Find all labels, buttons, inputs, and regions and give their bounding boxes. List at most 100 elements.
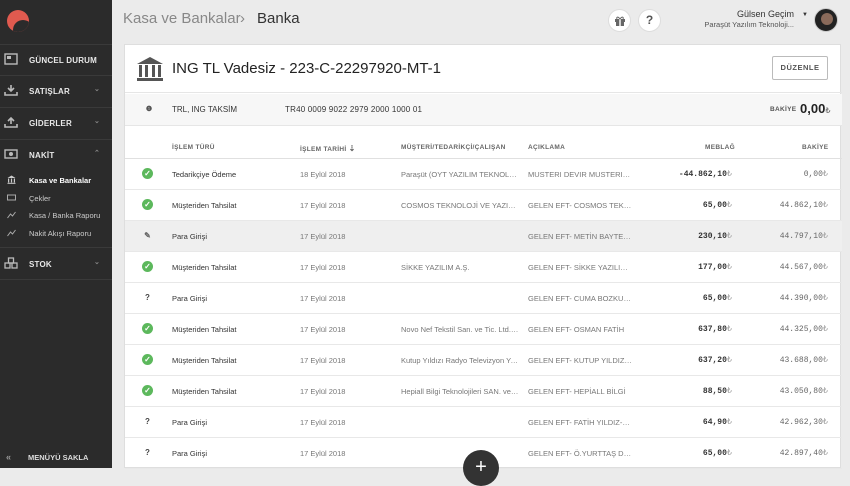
row-description: GELEN EFT- COSMOS TEKNOLOJİ <box>528 201 632 210</box>
table-row[interactable]: ✓ Müşteriden Tahsilat 17 Eylül 2018 Kutup Y… <box>125 345 842 376</box>
account-title: ING TL Vadesiz - 223-C-22297920-MT-1 <box>172 60 442 77</box>
row-amount: 64,90₺ <box>702 418 732 427</box>
row-amount: 177,00₺ <box>698 263 732 272</box>
account-panel: ING TL Vadesiz - 223-C-22297920-MT-1 DÜZ… <box>124 44 842 469</box>
sidebar-item-expenses[interactable]: GİDERLER ⌄ <box>0 108 112 138</box>
caret-down-icon[interactable]: ▼ <box>802 12 808 18</box>
row-type: Para Girişi <box>172 232 208 241</box>
cheque-icon <box>7 194 16 201</box>
row-party: Kutup Yıldızı Radyo Televizyon Yayıncılı… <box>401 356 519 365</box>
row-date: 17 Eylül 2018 <box>300 418 346 427</box>
sidebar-subitem-cekler[interactable]: Çekler <box>0 190 112 206</box>
sidebar-item-stock[interactable]: STOK ⌄ <box>0 249 112 279</box>
currency-branch: TRL, ING TAKSİM <box>172 105 238 114</box>
topbar: Kasa ve Bankalar › Banka ? Gülsen Geçim … <box>112 0 850 40</box>
table-row[interactable]: ✓ Tedarikçiye Ödeme 18 Eylül 2018 Paraşüt (… <box>125 159 842 190</box>
table-row[interactable]: ? Para Girişi 17 Eylül 2018 GELEN EFT- FATİ… <box>125 407 842 438</box>
hide-menu-label: MENÜYÜ SAKLA <box>28 453 89 462</box>
sidebar-subitem-kasa-bankalar[interactable]: Kasa ve Bankalar <box>0 172 112 188</box>
balance-value: 0,00₺ <box>800 101 831 116</box>
account-header: ING TL Vadesiz - 223-C-22297920-MT-1 DÜZ… <box>125 45 842 93</box>
col-header-amount[interactable]: MEBLAĞ <box>705 144 735 151</box>
row-description: MUSTERI DEVIR MUSTERI DEVİR <box>528 170 632 179</box>
breadcrumb-parent[interactable]: Kasa ve Bankalar <box>123 10 241 27</box>
row-type: Para Girişi <box>172 418 208 427</box>
col-header-balance[interactable]: BAKİYE <box>802 144 828 151</box>
row-amount: 65,00₺ <box>702 201 732 210</box>
edit-button[interactable]: DÜZENLE <box>772 56 828 80</box>
row-description: GELEN EFT- OSMAN FATİH <box>528 325 625 334</box>
bank-icon <box>137 57 163 81</box>
question-icon: ? <box>145 417 150 426</box>
account-info-bar: ❶ TRL, ING TAKSİM TR40 0009 9022 2979 20… <box>125 94 842 126</box>
row-amount: 88,50₺ <box>702 387 732 396</box>
chart-icon <box>7 229 16 237</box>
row-type: Müşteriden Tahsilat <box>172 325 237 334</box>
row-description: GELEN EFT- SİKKE YAZILIM A.Ş. <box>528 263 632 272</box>
row-balance: 42.962,30₺ <box>779 418 828 427</box>
col-header-party[interactable]: MÜŞTERİ/TEDARİKÇİ/ÇALIŞAN <box>401 144 506 151</box>
col-header-type[interactable]: İŞLEM TÜRÜ <box>172 144 215 151</box>
row-type: Tedarikçiye Ödeme <box>172 170 237 179</box>
sidebar-subitem-kasa-banka-raporu[interactable]: Kasa / Banka Raporu <box>0 207 112 223</box>
avatar[interactable] <box>814 8 838 32</box>
question-icon: ? <box>645 13 654 27</box>
row-party: Hepiall Bilgi Teknolojileri SAN. ve TİC. <box>401 387 519 396</box>
bank-icon <box>7 175 16 184</box>
row-balance: 43.688,00₺ <box>779 356 828 365</box>
row-balance: 44.390,00₺ <box>779 294 828 303</box>
chevron-down-icon: ⌄ <box>94 118 101 125</box>
chevron-down-icon: ⌄ <box>94 259 101 266</box>
row-type: Müşteriden Tahsilat <box>172 356 237 365</box>
col-header-desc[interactable]: AÇIKLAMA <box>528 144 565 151</box>
sidebar-subitem-nakit-akisi-raporu[interactable]: Nakit Akışı Raporu <box>0 225 112 241</box>
sidebar-item-cash[interactable]: NAKİT ⌃ <box>0 140 112 170</box>
check-circle-icon: ✓ <box>142 385 153 396</box>
user-name: Gülsen Geçim <box>736 9 794 19</box>
chart-icon <box>7 211 16 219</box>
sidebar-item-dashboard[interactable]: GÜNCEL DURUM <box>0 45 112 75</box>
check-circle-icon: ✓ <box>142 261 153 272</box>
row-balance: 44.325,00₺ <box>779 325 828 334</box>
nav-divider <box>0 247 112 248</box>
table-row[interactable]: ✓ Müşteriden Tahsilat 17 Eylül 2018 SİKKE Y… <box>125 252 842 283</box>
row-amount: -44.862,10₺ <box>678 170 732 179</box>
upload-icon <box>4 116 18 128</box>
sidebar-item-sales[interactable]: SATIŞLAR ⌄ <box>0 76 112 106</box>
gift-button[interactable] <box>608 9 631 32</box>
table-row[interactable]: ✎ Para Girişi 17 Eylül 2018 GELEN EFT- METİ… <box>125 221 842 252</box>
row-amount: 65,00₺ <box>702 449 732 458</box>
row-type: Para Girişi <box>172 449 208 458</box>
check-circle-icon: ✓ <box>142 323 153 334</box>
balance-label: BAKİYE <box>770 106 797 113</box>
col-header-date[interactable]: İŞLEM TARİHİ ⇣ <box>300 144 356 153</box>
nav-divider <box>0 279 112 280</box>
row-date: 17 Eylül 2018 <box>300 232 346 241</box>
table-row[interactable]: ? Para Girişi 17 Eylül 2018 GELEN EFT- CUMA… <box>125 283 842 314</box>
row-amount: 230,10₺ <box>698 232 732 241</box>
breadcrumb-separator: › <box>240 10 245 27</box>
parasut-logo[interactable] <box>7 10 29 32</box>
add-button[interactable]: + <box>463 450 499 486</box>
page-title: Banka <box>257 10 300 27</box>
table-row[interactable]: ✓ Müşteriden Tahsilat 17 Eylül 2018 Hepiall… <box>125 376 842 407</box>
row-date: 17 Eylül 2018 <box>300 294 346 303</box>
row-amount: 637,20₺ <box>698 356 732 365</box>
row-balance: 0,00₺ <box>803 170 828 179</box>
iban: TR40 0009 9022 2979 2000 1000 01 <box>285 105 423 114</box>
hide-menu-button[interactable]: « MENÜYÜ SAKLA <box>0 446 112 468</box>
table-row[interactable]: ✓ Müşteriden Tahsilat 17 Eylül 2018 Novo Ne… <box>125 314 842 345</box>
user-company: Paraşüt Yazılım Teknoloji... <box>704 20 794 29</box>
check-circle-icon: ✓ <box>142 199 153 210</box>
row-description: GELEN EFT- Ö.YURTTAŞ DOĞAN <box>528 449 632 458</box>
question-icon: ? <box>145 448 150 457</box>
double-chevron-left-icon: « <box>6 452 12 462</box>
row-description: GELEN EFT- KUTUP YILDIZI RADYO <box>528 356 632 365</box>
row-amount: 637,80₺ <box>698 325 732 334</box>
table-row[interactable]: ✓ Müşteriden Tahsilat 17 Eylül 2018 COSMOS … <box>125 190 842 221</box>
sidebar-item-label: GİDERLER <box>29 119 72 128</box>
help-button[interactable]: ? <box>638 9 661 32</box>
user-menu[interactable]: Gülsen Geçim Paraşüt Yazılım Teknoloji..… <box>704 9 794 29</box>
row-date: 18 Eylül 2018 <box>300 170 346 179</box>
check-circle-icon: ✓ <box>142 168 153 179</box>
